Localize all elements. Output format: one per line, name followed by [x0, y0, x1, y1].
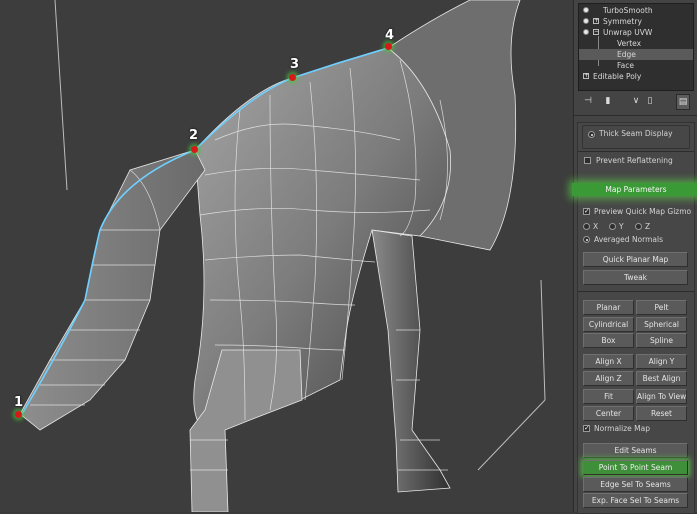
center-button[interactable]: Center [583, 406, 634, 421]
seam-point-label-2: 2 [189, 128, 199, 143]
spherical-button[interactable]: Spherical [636, 317, 687, 332]
exp-face-sel-to-seams-button[interactable]: Exp. Face Sel To Seams [583, 493, 688, 508]
axis-z-radio[interactable] [635, 223, 642, 230]
stack-item-editable-poly[interactable]: + Editable Poly [579, 71, 693, 82]
preview-quick-map-gizmo-label: Preview Quick Map Gizmo [594, 207, 692, 216]
stack-item-label: Unwrap UVW [603, 28, 653, 37]
tweak-button[interactable]: Tweak [583, 270, 688, 285]
stack-item-label: Symmetry [603, 17, 642, 26]
quick-planar-map-button[interactable]: Quick Planar Map [583, 252, 688, 267]
best-align-button[interactable]: Best Align [636, 371, 687, 386]
cylindrical-button[interactable]: Cylindrical [583, 317, 634, 332]
point-to-point-seam-button[interactable]: Point To Point Seam [583, 460, 688, 475]
stack-toolbar: ⊣ ▮ ∨ ▯ ▤ [578, 94, 692, 111]
lightbulb-icon[interactable] [583, 18, 589, 24]
divider [578, 291, 694, 292]
align-to-view-button[interactable]: Align To View [636, 389, 687, 404]
planar-button[interactable]: Planar [583, 300, 634, 315]
align-y-button[interactable]: Align Y [636, 354, 687, 369]
edge-sel-to-seams-button[interactable]: Edge Sel To Seams [583, 477, 688, 492]
divider [578, 151, 694, 152]
fit-button[interactable]: Fit [583, 389, 634, 404]
axis-y-radio[interactable] [609, 223, 616, 230]
stack-item-vertex[interactable]: Vertex [579, 38, 693, 49]
axis-y-label: Y [619, 222, 624, 231]
stack-item-label: TurboSmooth [603, 6, 653, 15]
seam-point-label-3: 3 [290, 57, 300, 72]
seam-point-label-1: 1 [14, 395, 24, 410]
stack-item-face[interactable]: Face [579, 60, 693, 71]
averaged-normals-label: Averaged Normals [594, 235, 663, 244]
axis-x-label: X [593, 222, 599, 231]
horse-mesh [19, 0, 546, 512]
seam-point-3[interactable] [289, 74, 296, 81]
stack-item-label: Face [617, 61, 634, 70]
unwrap-rollout: Thick Seam Display Prevent Reflattening … [572, 122, 697, 514]
averaged-normals-radio[interactable] [583, 236, 590, 243]
box-button[interactable]: Box [583, 333, 634, 348]
axis-z-label: Z [645, 222, 651, 231]
axis-x-radio[interactable] [583, 223, 590, 230]
expand-icon[interactable]: + [593, 18, 599, 24]
stack-item-label: Edge [617, 50, 636, 59]
prevent-reflattening-checkbox[interactable] [584, 157, 591, 164]
edit-seams-button[interactable]: Edit Seams [583, 443, 688, 458]
stack-item-symmetry[interactable]: + Symmetry [579, 16, 693, 27]
stack-item-label: Editable Poly [593, 72, 642, 81]
thick-seam-display-label: Thick Seam Display [599, 129, 673, 138]
align-x-button[interactable]: Align X [583, 354, 634, 369]
pelt-button[interactable]: Pelt [636, 300, 687, 315]
command-panel: TurboSmooth + Symmetry − Unwrap UVW Vert… [572, 0, 697, 514]
seam-point-label-4: 4 [385, 28, 395, 43]
preview-quick-map-gizmo-checkbox[interactable]: ✓ [583, 208, 590, 215]
divider [574, 115, 697, 116]
map-parameters-header[interactable]: Map Parameters [572, 183, 697, 196]
normalize-map-label: Normalize Map [594, 424, 650, 433]
expand-icon[interactable]: + [583, 73, 589, 79]
lightbulb-icon[interactable] [583, 29, 589, 35]
lightbulb-icon[interactable] [583, 7, 589, 13]
stack-item-label: Vertex [617, 39, 642, 48]
align-z-button[interactable]: Align Z [583, 371, 634, 386]
remove-modifier-icon[interactable]: ▯ [644, 94, 656, 108]
spline-button[interactable]: Spline [636, 333, 687, 348]
seam-point-1[interactable] [15, 411, 22, 418]
3d-viewport[interactable]: 1 2 3 4 [0, 0, 573, 512]
make-unique-icon[interactable]: ∨ [630, 94, 642, 108]
normalize-map-checkbox[interactable]: ✓ [583, 425, 590, 432]
prevent-reflattening-label: Prevent Reflattening [596, 156, 673, 165]
show-end-result-icon[interactable]: ▮ [602, 94, 614, 108]
stack-item-turbosmooth[interactable]: TurboSmooth [579, 5, 693, 16]
stack-item-unwrap-uvw[interactable]: − Unwrap UVW [579, 27, 693, 38]
thick-seam-display-radio[interactable] [588, 131, 595, 138]
pin-stack-icon[interactable]: ⊣ [582, 94, 594, 108]
modifier-stack[interactable]: TurboSmooth + Symmetry − Unwrap UVW Vert… [578, 3, 694, 91]
collapse-icon[interactable]: − [593, 29, 599, 35]
stack-item-edge[interactable]: Edge [579, 49, 693, 60]
seam-point-2[interactable] [191, 146, 198, 153]
seam-point-4[interactable] [385, 43, 392, 50]
reset-button[interactable]: Reset [636, 406, 687, 421]
configure-sets-icon[interactable]: ▤ [676, 94, 690, 110]
